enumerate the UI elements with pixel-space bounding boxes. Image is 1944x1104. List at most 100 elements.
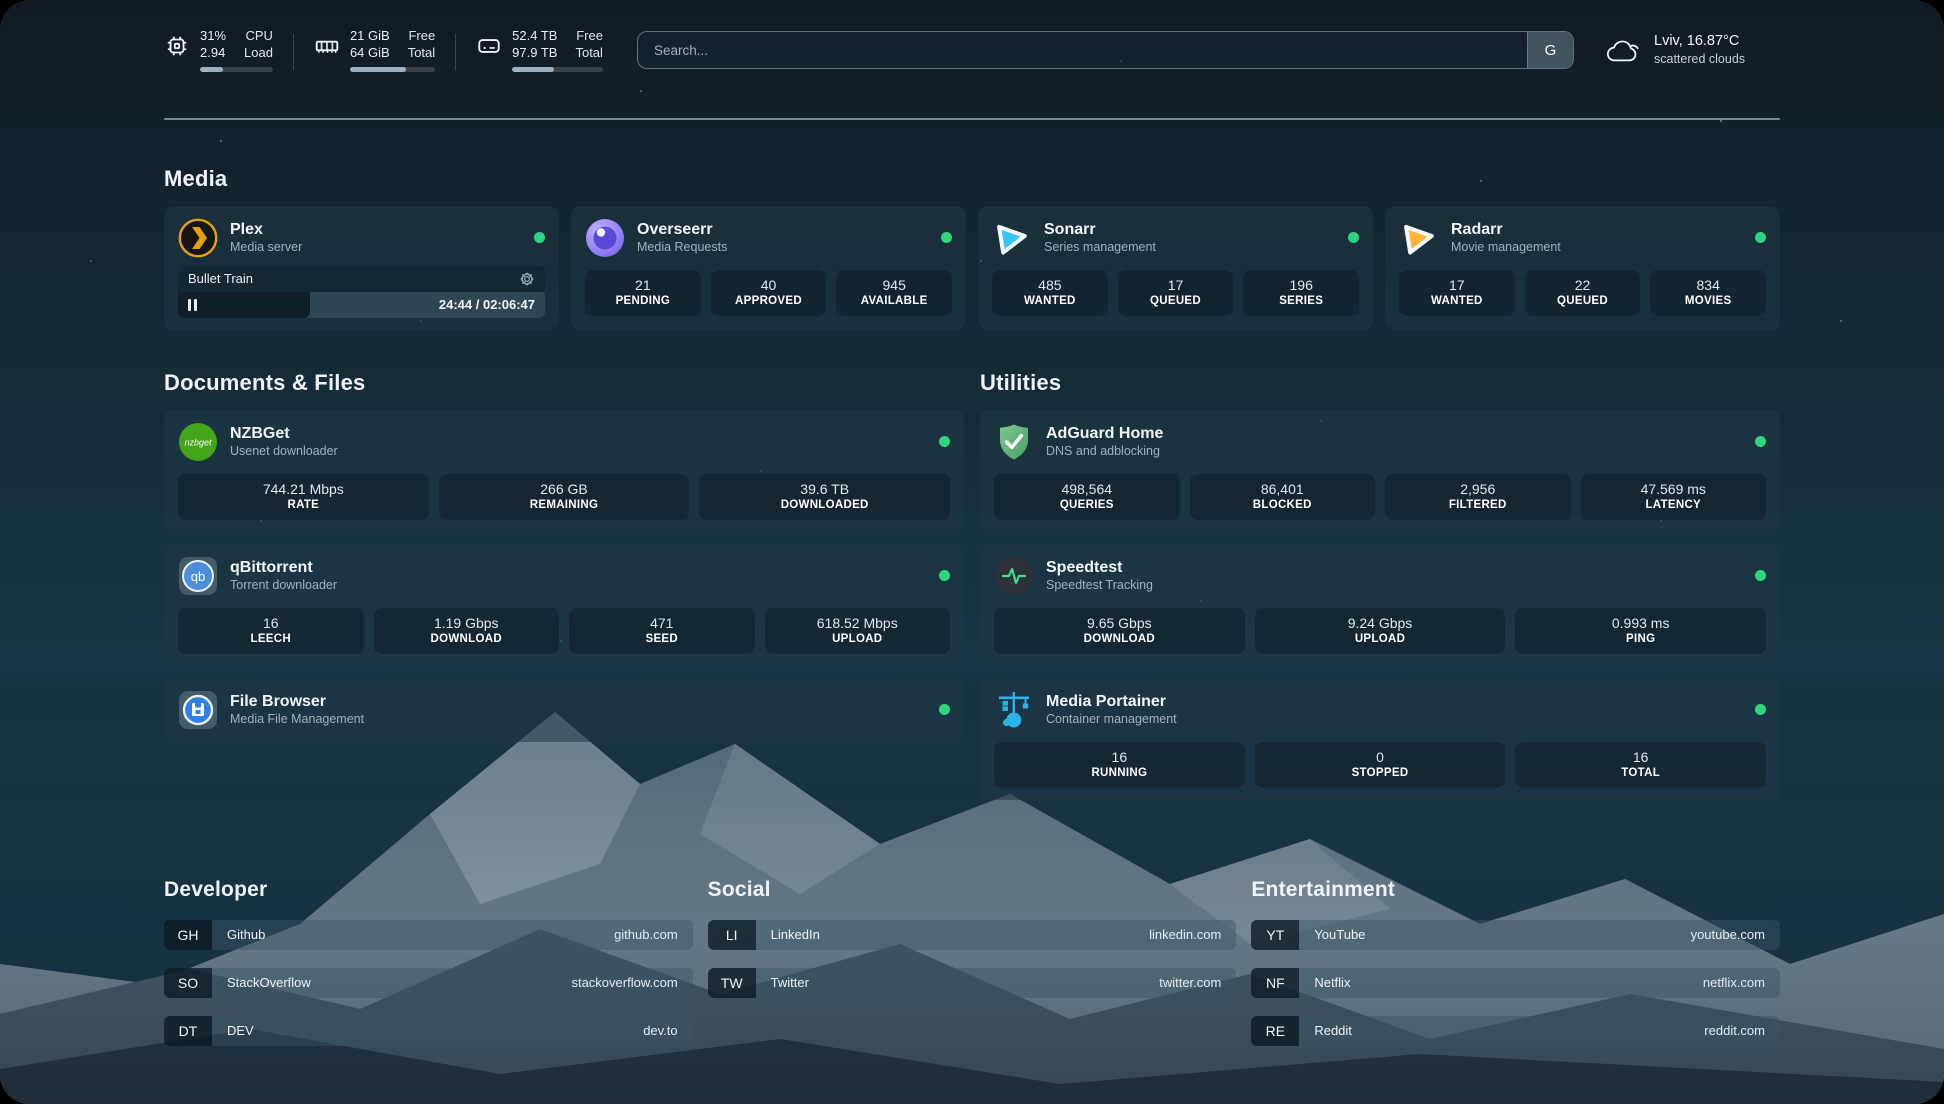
stat-queued: 17 QUEUED bbox=[1118, 270, 1234, 316]
stat-available: 945 AVAILABLE bbox=[836, 270, 952, 316]
status-dot bbox=[939, 436, 950, 447]
app-name: Sonarr bbox=[1044, 220, 1156, 240]
app-name: NZBGet bbox=[230, 424, 338, 444]
stat-wanted: 485 WANTED bbox=[992, 270, 1108, 316]
app-card-plex[interactable]: Plex Media server Bullet Train bbox=[164, 206, 559, 330]
status-dot bbox=[1755, 704, 1766, 715]
radarr-icon bbox=[1399, 218, 1439, 258]
stat-divider bbox=[293, 34, 294, 70]
app-name: Media Portainer bbox=[1046, 692, 1177, 712]
stat-approved: 40 APPROVED bbox=[711, 270, 827, 316]
qbittorrent-icon: qb bbox=[178, 556, 218, 596]
status-dot bbox=[941, 232, 952, 243]
stat-queued: 22 QUEUED bbox=[1525, 270, 1641, 316]
google-search-button[interactable]: G bbox=[1527, 32, 1573, 68]
filebrowser-icon bbox=[178, 690, 218, 730]
bookmark-github[interactable]: GH Github github.com bbox=[164, 920, 693, 950]
adguard-icon bbox=[994, 422, 1034, 462]
bookmark-url: dev.to bbox=[643, 1023, 677, 1038]
svg-text:qb: qb bbox=[191, 569, 205, 584]
app-description: Media Requests bbox=[637, 240, 727, 256]
app-card-sonarr[interactable]: Sonarr Series management 485 WANTED 17 Q… bbox=[978, 206, 1373, 330]
bookmark-url: stackoverflow.com bbox=[571, 975, 677, 990]
speedtest-icon bbox=[994, 556, 1034, 596]
stat-rate: 744.21 Mbps RATE bbox=[178, 474, 429, 520]
bookmark-url: linkedin.com bbox=[1149, 927, 1221, 942]
bookmarks-social: Social LI LinkedIn linkedin.com TW Twitt… bbox=[708, 878, 1237, 1064]
bookmark-url: youtube.com bbox=[1691, 927, 1765, 942]
stat-pending: 21 PENDING bbox=[585, 270, 701, 316]
memory-free-value: 21 GiB bbox=[350, 28, 390, 45]
bookmark-name: Reddit bbox=[1314, 1023, 1352, 1038]
search-bar[interactable]: G bbox=[637, 31, 1574, 69]
now-playing-title: Bullet Train bbox=[188, 271, 253, 286]
app-name: AdGuard Home bbox=[1046, 424, 1163, 444]
section-title-documents: Documents & Files bbox=[164, 370, 964, 396]
bookmark-twitter[interactable]: TW Twitter twitter.com bbox=[708, 968, 1237, 998]
stat-movies: 834 MOVIES bbox=[1650, 270, 1766, 316]
sonarr-icon bbox=[992, 218, 1032, 258]
gear-icon[interactable] bbox=[519, 271, 535, 287]
bookmark-abbr: DT bbox=[164, 1016, 212, 1046]
disk-total-label: Total bbox=[575, 45, 602, 62]
memory-free-label: Free bbox=[408, 28, 435, 45]
bookmark-stackoverflow[interactable]: SO StackOverflow stackoverflow.com bbox=[164, 968, 693, 998]
cpu-load-label: Load bbox=[244, 45, 273, 62]
search-input[interactable] bbox=[638, 32, 1527, 68]
app-card-filebrowser[interactable]: File Browser Media File Management bbox=[164, 678, 964, 742]
bookmark-netflix[interactable]: NF Netflix netflix.com bbox=[1251, 968, 1780, 998]
bookmark-abbr: SO bbox=[164, 968, 212, 998]
app-card-portainer[interactable]: Media Portainer Container management 16 … bbox=[980, 678, 1780, 800]
bookmark-url: twitter.com bbox=[1159, 975, 1221, 990]
memory-stat-widget: 21 GiB 64 GiB Free Total bbox=[314, 28, 435, 72]
stat-latency: 47.569 ms LATENCY bbox=[1581, 474, 1767, 520]
stat-ping: 0.993 ms PING bbox=[1515, 608, 1766, 654]
bookmark-name: YouTube bbox=[1314, 927, 1365, 942]
playback-progress-bar[interactable]: 24:44 / 02:06:47 bbox=[178, 292, 545, 318]
stat-seed: 471 SEED bbox=[569, 608, 755, 654]
bookmark-abbr: NF bbox=[1251, 968, 1299, 998]
bookmark-url: netflix.com bbox=[1703, 975, 1765, 990]
bookmark-abbr: GH bbox=[164, 920, 212, 950]
bookmark-linkedin[interactable]: LI LinkedIn linkedin.com bbox=[708, 920, 1237, 950]
stat-leech: 16 LEECH bbox=[178, 608, 364, 654]
cpu-label: CPU bbox=[246, 28, 273, 45]
bookmarks-entertainment: Entertainment YT YouTube youtube.com NF … bbox=[1251, 878, 1780, 1064]
section-title-entertainment: Entertainment bbox=[1251, 878, 1780, 902]
app-description: Container management bbox=[1046, 712, 1177, 728]
bookmark-name: Twitter bbox=[771, 975, 809, 990]
pause-icon[interactable] bbox=[188, 299, 197, 311]
app-description: Series management bbox=[1044, 240, 1156, 256]
app-card-adguard[interactable]: AdGuard Home DNS and adblocking 498,564 … bbox=[980, 410, 1780, 532]
weather-location-temp: Lviv, 16.87°C bbox=[1654, 32, 1745, 51]
bookmark-abbr: TW bbox=[708, 968, 756, 998]
plex-icon bbox=[178, 218, 218, 258]
status-dot bbox=[1348, 232, 1359, 243]
bookmark-youtube[interactable]: YT YouTube youtube.com bbox=[1251, 920, 1780, 950]
stat-upload: 9.24 Gbps UPLOAD bbox=[1255, 608, 1506, 654]
stat-total: 16 TOTAL bbox=[1515, 742, 1766, 788]
app-name: Plex bbox=[230, 220, 302, 240]
bookmark-dev[interactable]: DT DEV dev.to bbox=[164, 1016, 693, 1046]
bookmark-abbr: YT bbox=[1251, 920, 1299, 950]
section-title-utilities: Utilities bbox=[980, 370, 1780, 396]
overseerr-icon bbox=[585, 218, 625, 258]
disk-free-value: 52.4 TB bbox=[512, 28, 557, 45]
app-card-radarr[interactable]: Radarr Movie management 17 WANTED 22 QUE… bbox=[1385, 206, 1780, 330]
status-dot bbox=[1755, 570, 1766, 581]
stat-wanted: 17 WANTED bbox=[1399, 270, 1515, 316]
app-card-qbittorrent[interactable]: qb qBittorrent Torrent downloader 16 LEE… bbox=[164, 544, 964, 666]
stat-queries: 498,564 QUERIES bbox=[994, 474, 1180, 520]
bookmark-reddit[interactable]: RE Reddit reddit.com bbox=[1251, 1016, 1780, 1046]
app-card-speedtest[interactable]: Speedtest Speedtest Tracking 9.65 Gbps D… bbox=[980, 544, 1780, 666]
stat-download: 1.19 Gbps DOWNLOAD bbox=[374, 608, 560, 654]
status-dot bbox=[939, 570, 950, 581]
app-card-overseerr[interactable]: Overseerr Media Requests 21 PENDING 40 A… bbox=[571, 206, 966, 330]
stat-stopped: 0 STOPPED bbox=[1255, 742, 1506, 788]
app-description: Torrent downloader bbox=[230, 578, 337, 594]
app-name: Radarr bbox=[1451, 220, 1561, 240]
bookmark-name: Netflix bbox=[1314, 975, 1350, 990]
svg-text:nzbget: nzbget bbox=[184, 437, 212, 447]
app-description: Movie management bbox=[1451, 240, 1561, 256]
app-card-nzbget[interactable]: nzbget NZBGet Usenet downloader 744.21 M… bbox=[164, 410, 964, 532]
